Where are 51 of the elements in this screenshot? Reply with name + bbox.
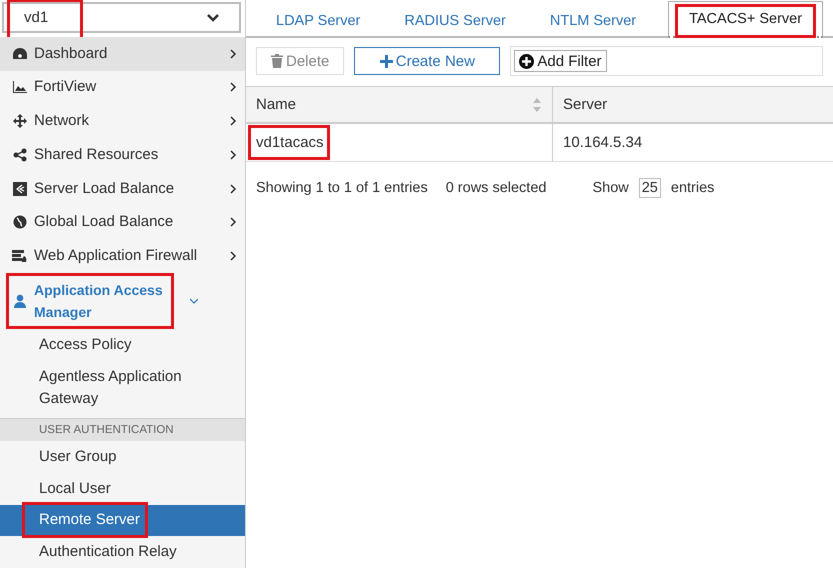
column-header[interactable]: Server — [553, 87, 833, 124]
chevron-down-icon — [207, 14, 219, 22]
table-cell: vd1tacacs — [256, 134, 324, 151]
tab[interactable]: NTLM Server — [528, 4, 658, 38]
menu-item[interactable]: Server Load Balance — [0, 172, 245, 206]
menu-item[interactable]: Global Load Balance — [0, 206, 245, 240]
chevron-right-icon — [229, 184, 237, 194]
tab[interactable]: RADIUS Server — [382, 4, 528, 38]
move-arrows-icon — [12, 114, 28, 128]
share-icon — [12, 148, 28, 162]
menu-item[interactable]: Application Access Manager — [0, 273, 245, 329]
show-label: Show — [592, 180, 629, 196]
chevron-right-icon — [229, 48, 237, 59]
menu-item[interactable]: Web Application Firewall — [0, 239, 245, 274]
area-chart-icon — [12, 80, 28, 94]
table-cell: 10.164.5.34 — [563, 134, 642, 151]
dashboard-icon — [12, 46, 28, 61]
column-title: Name — [256, 96, 296, 113]
column-header[interactable]: Name — [246, 87, 553, 124]
column-title: Server — [563, 96, 608, 113]
menu-item[interactable]: Network — [0, 104, 245, 138]
load-balance-icon — [12, 182, 28, 196]
chevron-right-icon — [229, 251, 237, 262]
tab[interactable]: TACACS+ Server — [668, 1, 824, 38]
entries-label: entries — [670, 180, 714, 196]
chevron-down-icon — [190, 296, 198, 306]
trash-icon — [271, 54, 283, 68]
add-filter-button[interactable]: Add Filter — [514, 50, 607, 72]
chevron-right-icon — [229, 217, 237, 228]
menu-item[interactable]: User Group — [0, 440, 245, 473]
menu-item[interactable]: Access Policy — [0, 328, 245, 361]
page-size-field[interactable]: 25 — [638, 178, 661, 198]
menu-item[interactable]: Authentication Relay — [0, 536, 245, 568]
chevron-right-icon — [229, 82, 237, 92]
tab[interactable]: LDAP Server — [254, 4, 382, 38]
menu-item[interactable]: Agentless Application Gateway — [0, 360, 245, 416]
chevron-right-icon — [229, 150, 237, 160]
create-new-button[interactable]: Create New — [354, 47, 500, 75]
user-icon — [12, 294, 28, 308]
chevron-right-icon — [229, 116, 237, 126]
menu-item[interactable]: FortiView — [0, 70, 245, 104]
menu-item[interactable]: Dashboard — [0, 36, 245, 71]
menu-item[interactable]: Remote Server — [0, 504, 245, 536]
plus-circle-icon — [519, 54, 534, 68]
menu-item[interactable]: Local User — [0, 472, 245, 505]
table-row[interactable]: vd1tacacs 10.164.5.34 — [246, 124, 833, 162]
menu-item[interactable]: Shared Resources — [0, 138, 245, 172]
selection-count: 0 rows selected — [446, 180, 546, 196]
plus-icon — [380, 54, 393, 68]
section-header: USER AUTHENTICATION — [0, 418, 245, 441]
entries-info: Showing 1 to 1 of 1 entries — [256, 180, 428, 196]
